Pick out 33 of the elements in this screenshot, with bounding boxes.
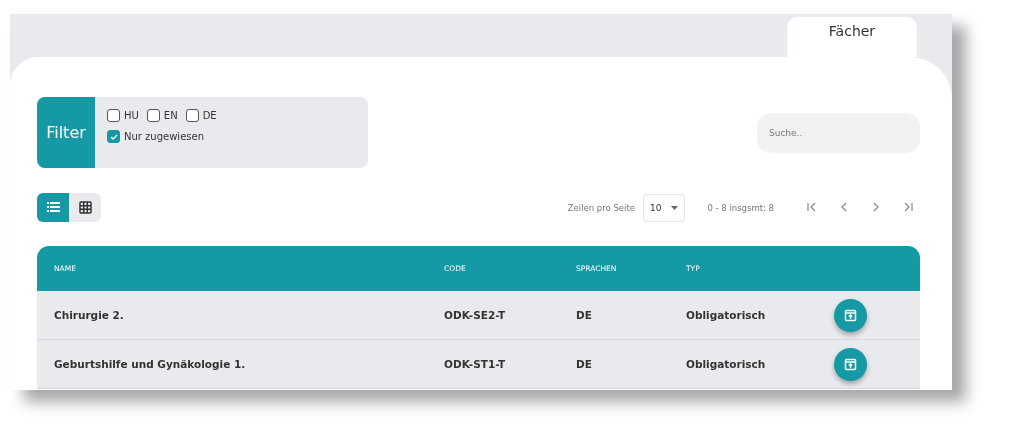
list-icon xyxy=(46,202,60,213)
checkbox[interactable] xyxy=(107,130,120,143)
open-button[interactable] xyxy=(834,298,867,332)
checkbox[interactable] xyxy=(107,109,120,122)
tab[interactable]: Fächer xyxy=(787,17,917,57)
table-cell-text: ODK-ST1-T xyxy=(444,358,507,370)
rows-per-page-select[interactable]: 10 xyxy=(642,193,686,222)
table-cell-text: DE xyxy=(576,309,593,321)
filter-label: Filter xyxy=(37,97,95,168)
table-cell-text: Geburtshilfe und Gynäkologie 1. xyxy=(54,358,247,370)
last-page-icon xyxy=(902,200,914,213)
checkbox[interactable] xyxy=(146,109,160,122)
open-window-icon xyxy=(844,308,857,322)
checkbox-label: HU xyxy=(124,110,139,121)
open-window-icon xyxy=(844,357,857,371)
first-page-icon xyxy=(806,200,818,213)
checkbox-label: Nur zugewiesen xyxy=(124,131,204,142)
grid-icon xyxy=(78,201,92,214)
table-cell-text: Chirurgie 2. xyxy=(54,309,125,321)
checkbox-label: EN xyxy=(163,110,178,121)
page-range: 0 - 8 insgsmt: 8 xyxy=(707,202,774,213)
table-cell-text: DE xyxy=(576,358,593,370)
table-cell-text: ODK-SE2-T xyxy=(444,309,507,321)
search-field[interactable]: Suche.. xyxy=(757,112,920,153)
checkbox-label: DE xyxy=(202,110,217,121)
grid-view-button[interactable] xyxy=(69,193,101,222)
caret-icon xyxy=(671,205,679,210)
rows-per-page-label: Zeilen pro Seite xyxy=(567,202,635,213)
table-cell-text: Obligatorisch xyxy=(686,309,767,321)
checkmark-icon xyxy=(109,132,118,141)
table-cell-text: Obligatorisch xyxy=(686,358,767,370)
checkbox[interactable] xyxy=(185,109,199,122)
open-button[interactable] xyxy=(834,347,867,381)
